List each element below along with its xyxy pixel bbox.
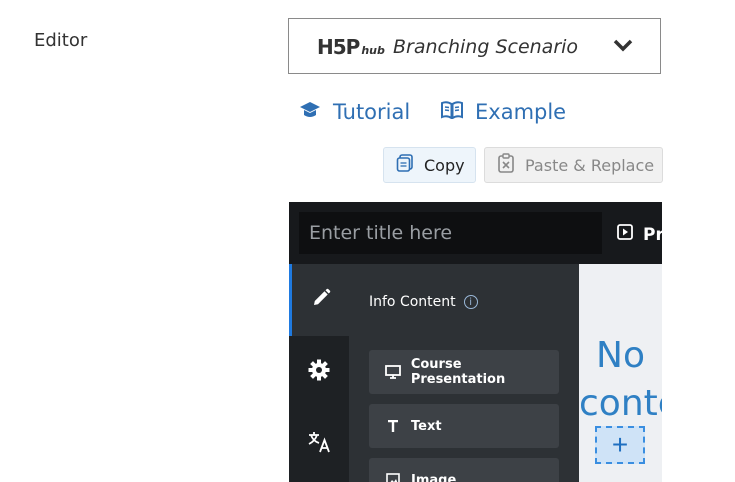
panel-title: Info Content i xyxy=(369,294,478,310)
edit-tab[interactable] xyxy=(289,264,349,336)
settings-tab[interactable] xyxy=(289,336,349,408)
clipboard-x-icon xyxy=(485,153,525,177)
selected-library-title: Branching Scenario xyxy=(393,36,579,58)
scenario-title-input[interactable] xyxy=(299,212,602,254)
translate-tab[interactable] xyxy=(289,408,349,480)
pencil-icon xyxy=(311,288,331,313)
image-icon xyxy=(383,473,403,482)
copy-icon xyxy=(384,154,424,176)
no-content-message: No conte xyxy=(579,335,662,424)
content-type-image[interactable]: Image xyxy=(369,458,559,482)
example-link[interactable]: Example xyxy=(441,100,566,124)
chevron-down-icon[interactable] xyxy=(613,39,633,58)
scenario-canvas: No conte + xyxy=(579,264,662,482)
add-content-button[interactable]: + xyxy=(595,426,645,464)
copy-button[interactable]: Copy xyxy=(383,147,476,183)
info-icon[interactable]: i xyxy=(463,295,478,309)
translate-icon xyxy=(307,430,331,459)
paste-replace-button[interactable]: Paste & Replace xyxy=(484,147,663,183)
text-icon xyxy=(383,420,403,432)
editor-field-label: Editor xyxy=(34,30,88,51)
tutorial-link[interactable]: Tutorial xyxy=(299,100,410,124)
content-types-panel: Info Content i Course Presentation Text … xyxy=(349,264,579,482)
gear-icon xyxy=(308,359,330,386)
open-book-icon xyxy=(441,100,475,124)
h5p-hub-logo: H5P hub xyxy=(317,35,385,59)
content-type-course-presentation[interactable]: Course Presentation xyxy=(369,350,559,394)
preview-button[interactable]: Pr xyxy=(617,224,662,245)
play-icon xyxy=(617,224,643,245)
content-type-selector[interactable]: H5P hub Branching Scenario xyxy=(288,18,661,74)
editor-sidebar xyxy=(289,264,349,482)
graduation-cap-icon xyxy=(299,100,333,124)
editor-topbar: Pr xyxy=(289,202,662,264)
content-type-text[interactable]: Text xyxy=(369,404,559,448)
branching-scenario-editor: Pr Info Content i Course P xyxy=(289,202,662,482)
monitor-icon xyxy=(383,365,403,379)
